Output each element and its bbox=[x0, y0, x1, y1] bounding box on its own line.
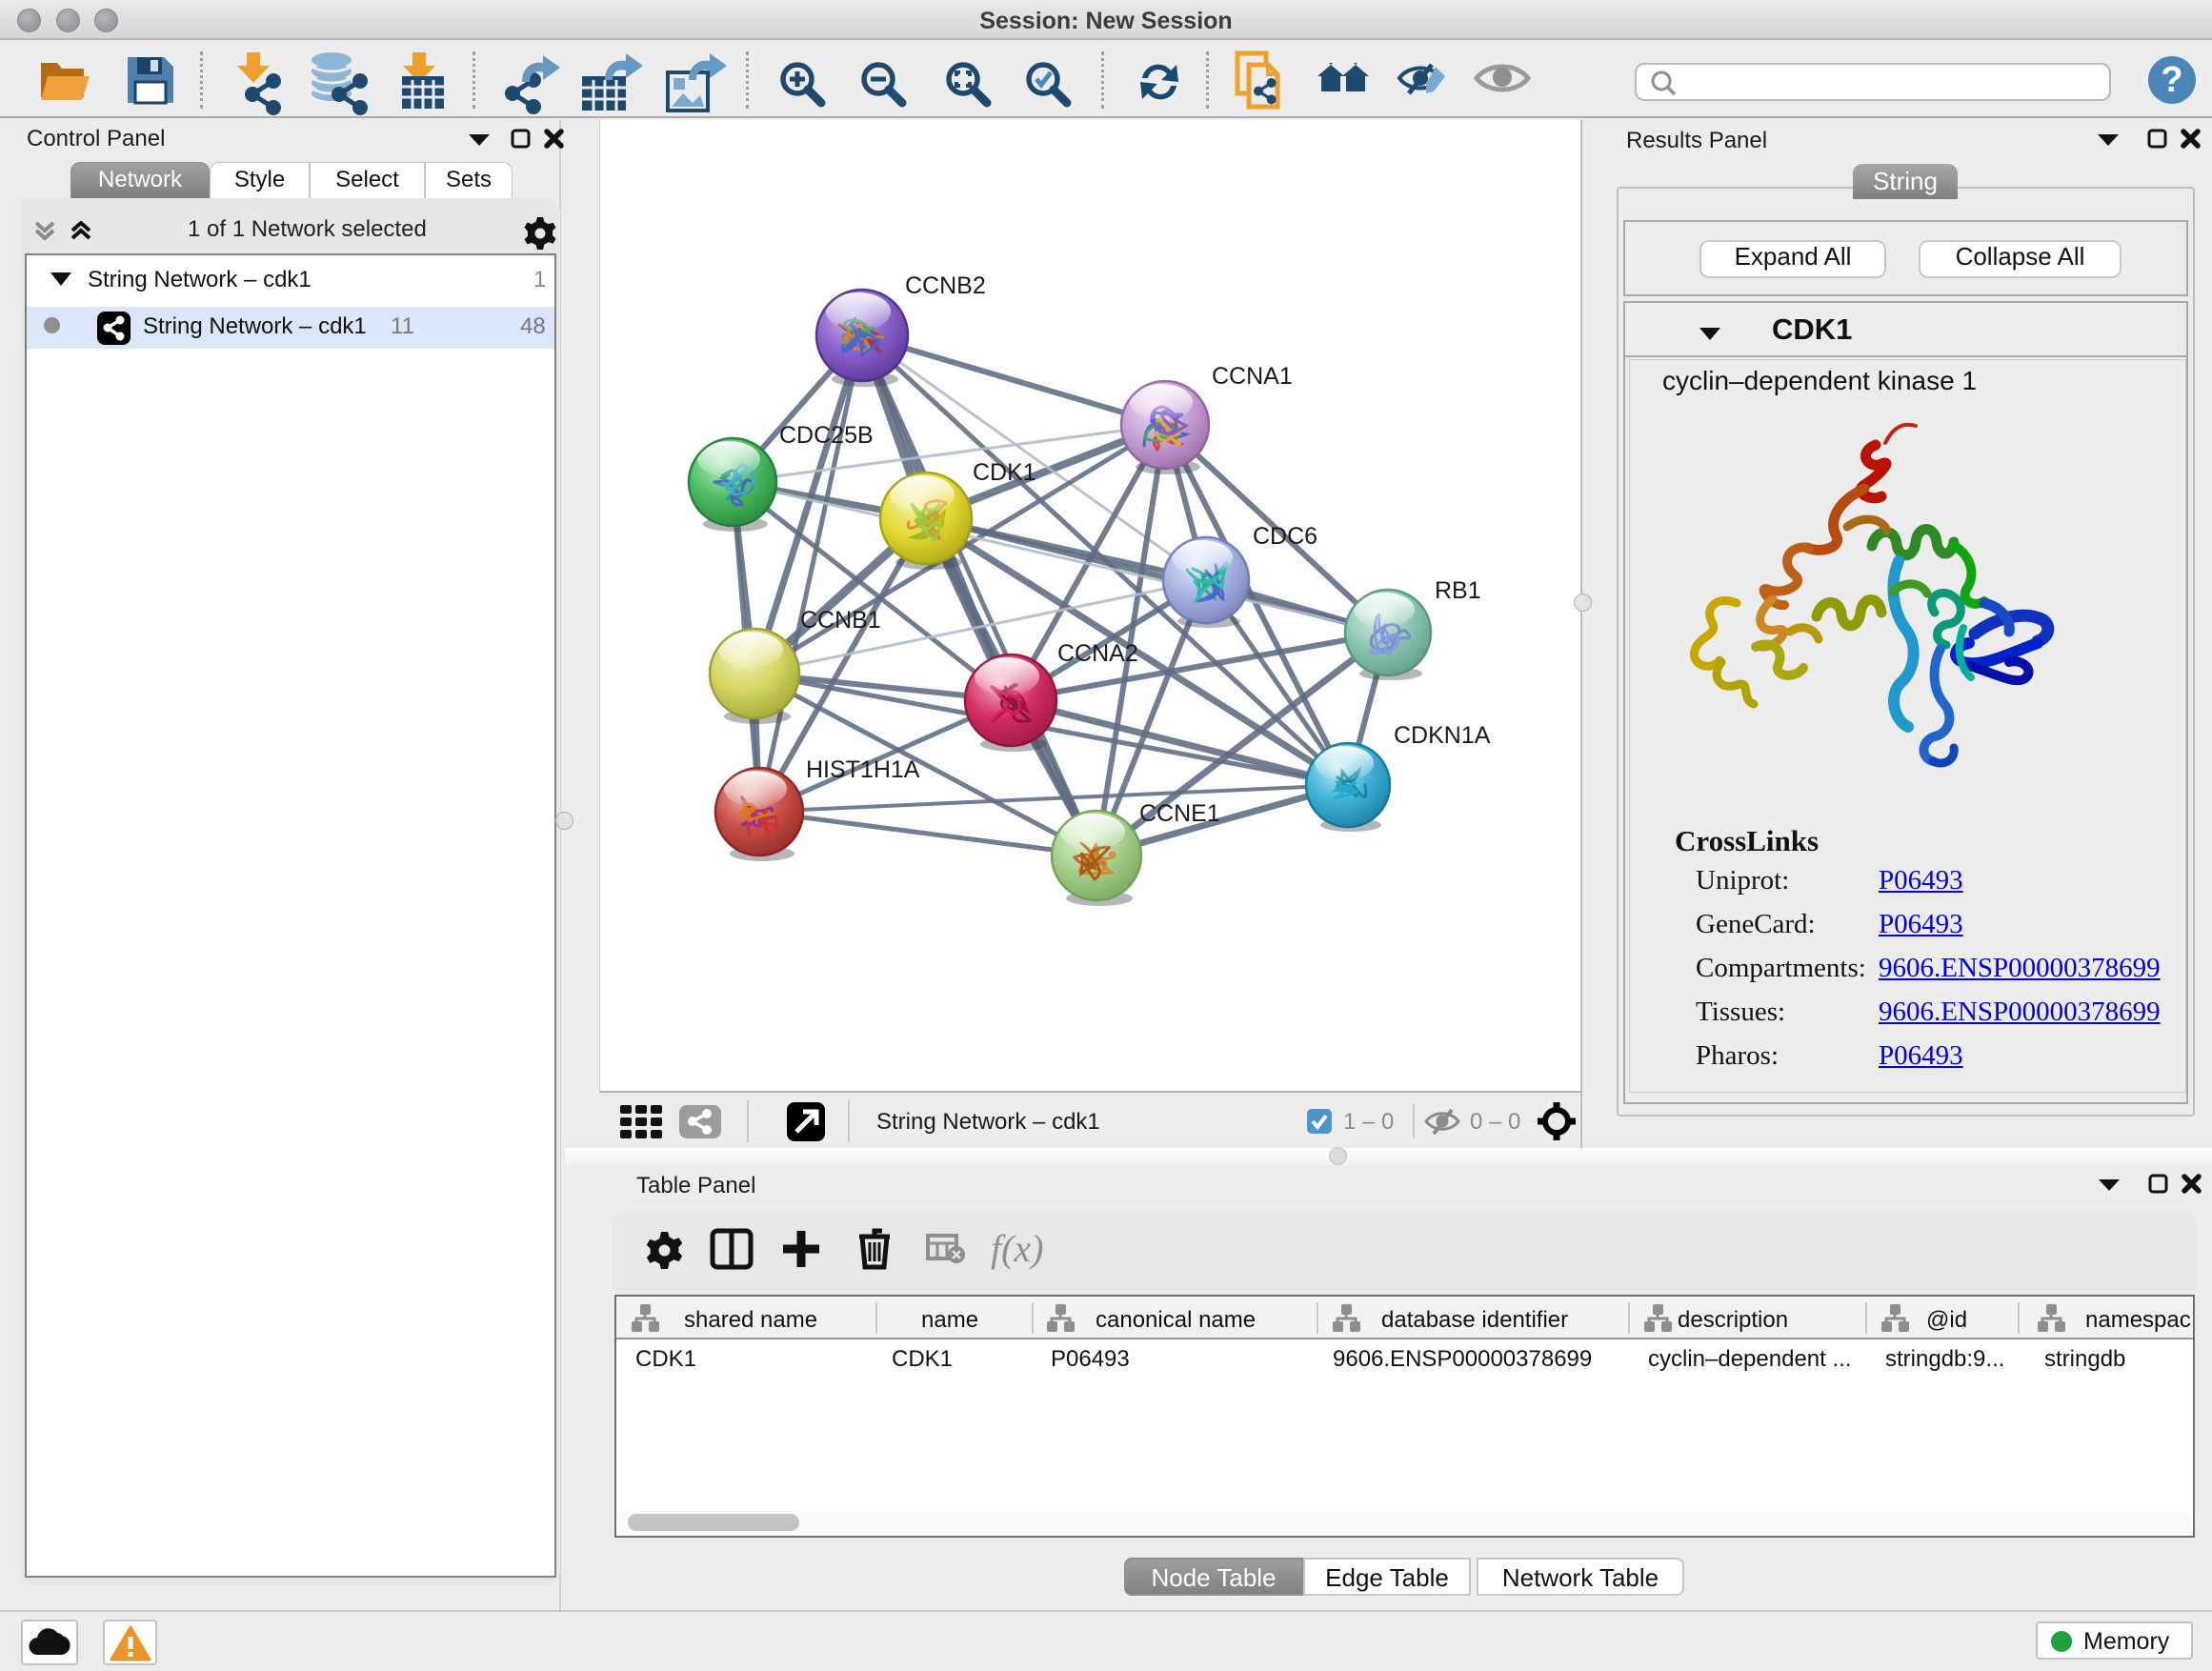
svg-text:CCNB2: CCNB2 bbox=[905, 272, 986, 299]
svg-text:description: description bbox=[1678, 1307, 1788, 1333]
svg-text:namespac: namespac bbox=[2085, 1307, 2191, 1333]
svg-text:CDC25B: CDC25B bbox=[779, 422, 874, 449]
svg-text:shared name: shared name bbox=[684, 1307, 817, 1333]
svg-text:String Network – cdk1: String Network – cdk1 bbox=[876, 1109, 1100, 1135]
svg-text:@id: @id bbox=[1926, 1307, 1967, 1333]
svg-text:?: ? bbox=[2161, 60, 2182, 100]
svg-text:1 – 0: 1 – 0 bbox=[1343, 1109, 1394, 1135]
svg-text:CCNA2: CCNA2 bbox=[1057, 640, 1138, 667]
svg-text:CCNB1: CCNB1 bbox=[800, 607, 881, 634]
svg-text:CDK1: CDK1 bbox=[973, 459, 1036, 486]
svg-text:RB1: RB1 bbox=[1435, 577, 1481, 604]
svg-text:0 – 0: 0 – 0 bbox=[1470, 1109, 1520, 1135]
svg-text:database identifier: database identifier bbox=[1381, 1307, 1568, 1333]
svg-text:name: name bbox=[921, 1307, 978, 1333]
svg-text:f(x): f(x) bbox=[991, 1227, 1044, 1270]
svg-text:canonical name: canonical name bbox=[1096, 1307, 1256, 1333]
svg-text:HIST1H1A: HIST1H1A bbox=[806, 756, 920, 783]
svg-text:CDC6: CDC6 bbox=[1253, 523, 1317, 550]
svg-text:CDKN1A: CDKN1A bbox=[1394, 722, 1491, 749]
svg-text:CCNA1: CCNA1 bbox=[1212, 363, 1293, 390]
svg-text:CCNE1: CCNE1 bbox=[1139, 800, 1220, 827]
